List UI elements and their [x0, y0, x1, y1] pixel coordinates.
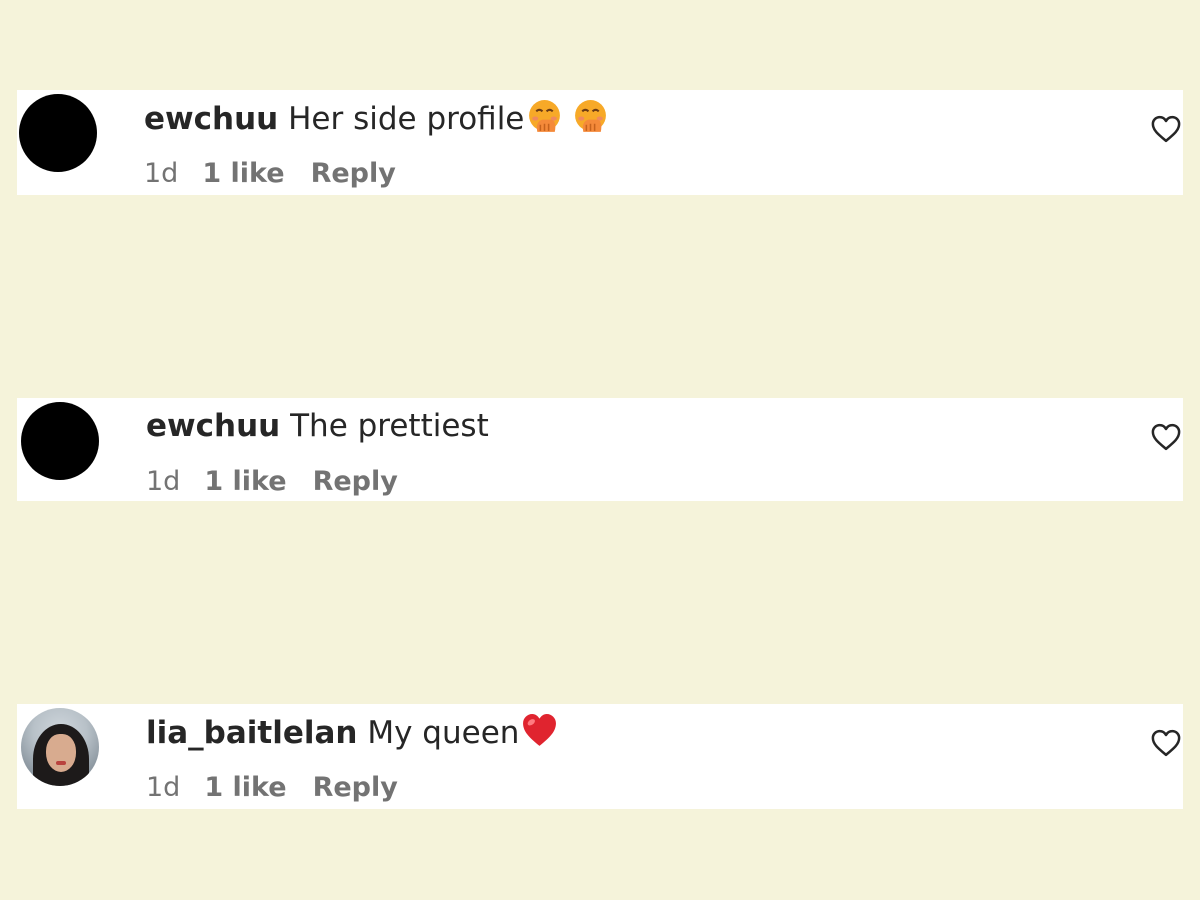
comment-text: My queen [367, 715, 520, 751]
avatar-face [46, 734, 76, 772]
hand-over-mouth-emoji [575, 100, 607, 132]
comment-meta: 1d 1 like Reply [146, 466, 398, 498]
heart-outline-icon[interactable] [1151, 115, 1181, 143]
comment-item: ewchuu Her side profile 1d 1 like Reply [17, 90, 1183, 195]
reply-button[interactable]: Reply [313, 466, 398, 497]
comment-username[interactable]: ewchuu [144, 101, 278, 137]
comment-text: The prettiest [290, 408, 489, 444]
comment-time[interactable]: 1d [144, 158, 178, 189]
reply-button[interactable]: Reply [311, 158, 396, 189]
comment-body: ewchuu Her side profile [144, 98, 609, 138]
comment-meta: 1d 1 like Reply [146, 772, 398, 804]
avatar[interactable] [21, 402, 99, 480]
comment-text: Her side profile [288, 101, 525, 137]
heart-outline-icon[interactable] [1151, 729, 1181, 757]
avatar-lips [56, 761, 66, 765]
avatar[interactable] [21, 708, 99, 786]
hand-over-mouth-emoji [529, 100, 561, 132]
comment-time[interactable]: 1d [146, 772, 180, 803]
comment-item: lia_baitlelan My queen 1d 1 like Reply [17, 704, 1183, 809]
comment-username[interactable]: lia_baitlelan [146, 715, 358, 751]
comment-meta: 1d 1 like Reply [144, 158, 396, 190]
comment-username[interactable]: ewchuu [146, 408, 280, 444]
comment-body: ewchuu The prettiest [146, 406, 489, 446]
comment-likes[interactable]: 1 like [202, 158, 284, 189]
comment-likes[interactable]: 1 like [204, 466, 286, 497]
comment-body: lia_baitlelan My queen [146, 712, 558, 752]
comment-likes[interactable]: 1 like [204, 772, 286, 803]
comment-item: ewchuu The prettiest 1d 1 like Reply [17, 398, 1183, 501]
heart-outline-icon[interactable] [1151, 423, 1181, 451]
reply-button[interactable]: Reply [313, 772, 398, 803]
red-heart-emoji [523, 714, 557, 746]
comment-time[interactable]: 1d [146, 466, 180, 497]
avatar[interactable] [19, 94, 97, 172]
